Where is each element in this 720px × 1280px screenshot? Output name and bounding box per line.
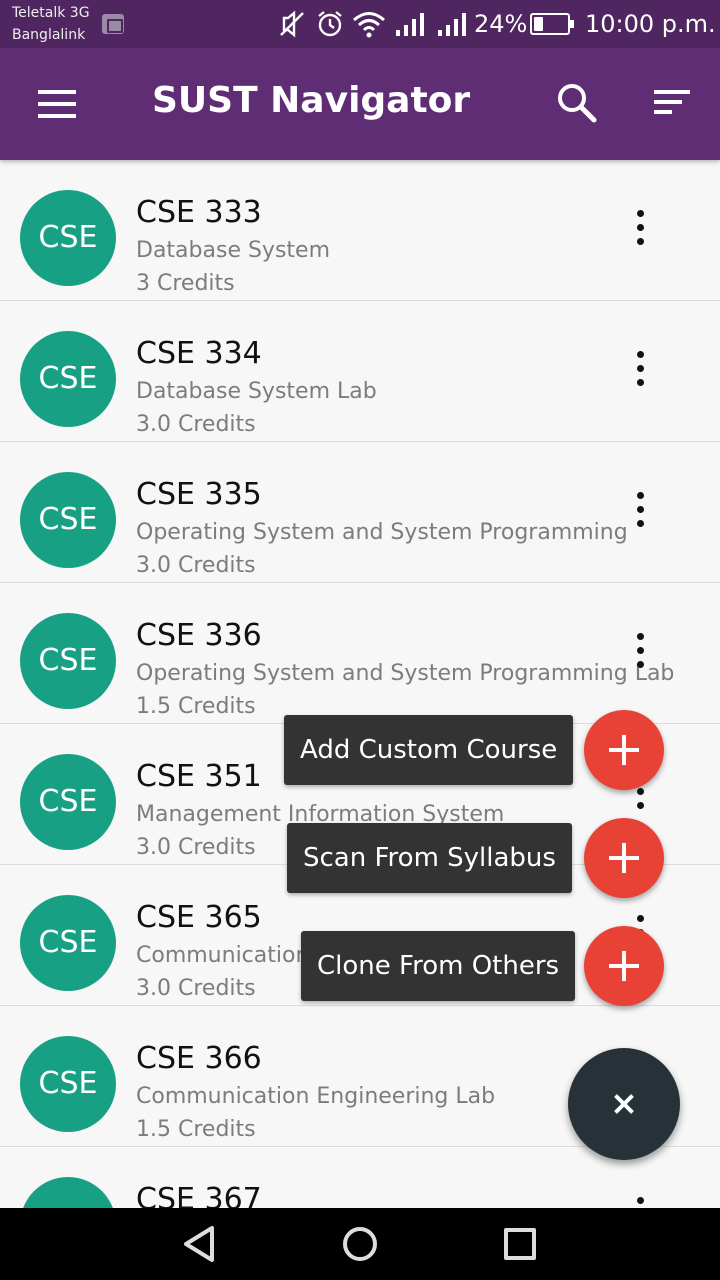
clock: 10:00 p.m. bbox=[585, 10, 716, 38]
signal-icon-2 bbox=[438, 13, 466, 36]
recents-icon[interactable] bbox=[504, 1228, 536, 1260]
scan-from-syllabus-button[interactable] bbox=[584, 818, 664, 898]
sort-icon[interactable] bbox=[648, 78, 696, 126]
battery-percent: 24% bbox=[474, 10, 528, 38]
back-icon[interactable] bbox=[180, 1224, 220, 1264]
menu-icon[interactable] bbox=[28, 78, 84, 130]
battery-level-fill bbox=[534, 17, 543, 31]
status-bar: Teletalk 3G Banglalink 24% 10:00 p.m. bbox=[0, 0, 720, 48]
alarm-icon bbox=[318, 11, 342, 37]
image-notification-icon bbox=[102, 14, 124, 34]
carrier-name-1: Teletalk 3G bbox=[12, 5, 90, 21]
scan-from-syllabus-label[interactable]: Scan From Syllabus bbox=[287, 823, 572, 893]
add-custom-course-button[interactable] bbox=[584, 710, 664, 790]
search-icon[interactable] bbox=[552, 78, 600, 126]
clone-from-others-button[interactable] bbox=[584, 926, 664, 1006]
close-icon[interactable] bbox=[568, 1048, 680, 1160]
battery-icon bbox=[530, 13, 574, 35]
navigation-bar bbox=[0, 1208, 720, 1280]
app-screen: Teletalk 3G Banglalink 24% 10:00 p.m. SU… bbox=[0, 0, 720, 1280]
app-bar: SUST Navigator bbox=[0, 48, 720, 160]
clone-from-others-label[interactable]: Clone From Others bbox=[301, 931, 576, 1001]
signal-icon-1 bbox=[396, 13, 424, 36]
vibrate-off-icon bbox=[280, 10, 304, 38]
add-custom-course-label[interactable]: Add Custom Course bbox=[284, 715, 574, 785]
wifi-icon bbox=[353, 12, 385, 38]
home-icon[interactable] bbox=[343, 1227, 377, 1261]
carrier-name-2: Banglalink bbox=[12, 27, 86, 43]
app-title: SUST Navigator bbox=[152, 80, 471, 121]
